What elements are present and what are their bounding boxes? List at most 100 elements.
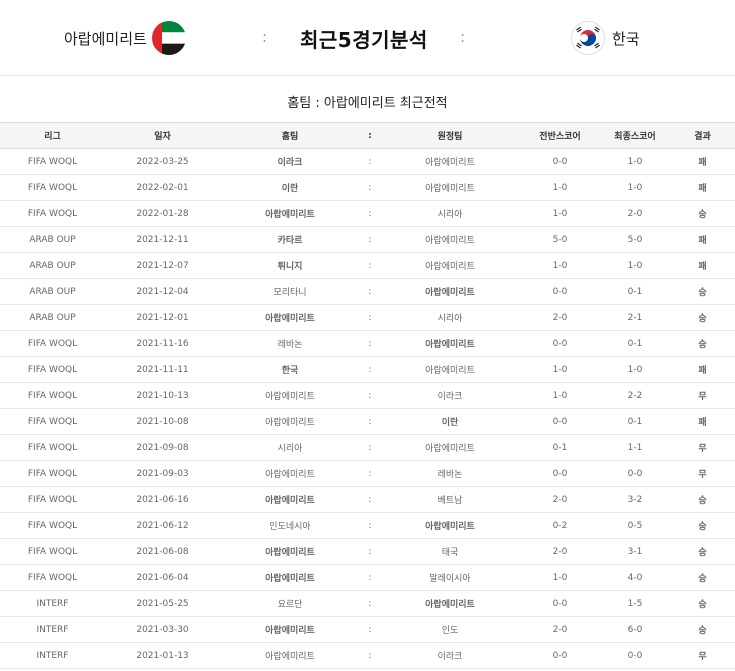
table-row: FIFA WOQL 2021-09-03 아랍에미리트: 레바논 0-0 0-0 무	[0, 460, 735, 487]
separator-cell: :	[360, 174, 380, 201]
away-team-cell: 시리아	[380, 304, 520, 331]
half-score-cell: 1-0	[520, 174, 600, 201]
column-header-half-score: 전반스코어	[520, 122, 600, 149]
home-team-cell: 요르단	[220, 590, 360, 617]
header-separator: :	[262, 28, 268, 46]
half-score-cell: 1-0	[520, 252, 600, 279]
separator-cell: :	[360, 460, 380, 487]
away-team-cell: 아랍에미리트	[380, 356, 520, 383]
separator-cell: :	[360, 382, 380, 409]
final-score-cell: 6-0	[600, 616, 670, 643]
home-team-name: 아랍에미리트	[64, 30, 147, 48]
date-cell: 2022-02-01	[105, 174, 220, 201]
separator-cell: :	[360, 252, 380, 279]
final-score-cell: 5-0	[600, 226, 670, 253]
result-cell: 패	[670, 252, 735, 279]
final-score-cell: 0-1	[600, 330, 670, 357]
date-cell: 2021-06-04	[105, 564, 220, 591]
date-cell: 2022-03-25	[105, 148, 220, 175]
final-score-cell: 2-1	[600, 304, 670, 331]
final-score-cell: 3-1	[600, 538, 670, 565]
away-team-cell: 아랍에미리트	[380, 278, 520, 305]
home-team-cell: 레바논	[220, 330, 360, 357]
away-team-cell: 시리아	[380, 200, 520, 227]
home-team-cell: 아랍에미리트	[220, 408, 360, 435]
separator-cell: :	[360, 564, 380, 591]
uae-flag-icon	[152, 21, 186, 55]
final-score-cell: 1-1	[600, 434, 670, 461]
half-score-cell: 0-0	[520, 642, 600, 669]
half-score-cell: 0-0	[520, 330, 600, 357]
table-row: FIFA WOQL 2021-10-08 아랍에미리트: 이란 0-0 0-1 패	[0, 408, 735, 435]
result-cell: 승	[670, 512, 735, 539]
table-row: ARAB OUP 2021-12-07 튀니지: 아랍에미리트 1-0 1-0 패	[0, 252, 735, 279]
final-score-cell: 1-5	[600, 590, 670, 617]
league-cell: FIFA WOQL	[0, 434, 105, 461]
separator-cell: :	[360, 590, 380, 617]
half-score-cell: 0-0	[520, 408, 600, 435]
table-row: FIFA WOQL 2021-06-04 아랍에미리트: 말레이시아 1-0 4-0 승	[0, 564, 735, 591]
league-cell: ARAB OUP	[0, 278, 105, 305]
date-cell: 2021-11-11	[105, 356, 220, 383]
result-cell: 승	[670, 304, 735, 331]
final-score-cell: 0-1	[600, 278, 670, 305]
final-score-cell: 1-0	[600, 252, 670, 279]
home-team-cell: 카타르	[220, 226, 360, 253]
south-korea-flag-icon	[571, 21, 605, 55]
home-team-cell: 아랍에미리트	[220, 382, 360, 409]
league-cell: FIFA WOQL	[0, 564, 105, 591]
league-cell: FIFA WOQL	[0, 460, 105, 487]
away-team-cell: 아랍에미리트	[380, 512, 520, 539]
league-cell: ARAB OUP	[0, 304, 105, 331]
final-score-cell: 0-0	[600, 642, 670, 669]
half-score-cell: 0-0	[520, 590, 600, 617]
table-row: FIFA WOQL 2021-06-12 인도네시아: 아랍에미리트 0-2 0-5 승	[0, 512, 735, 539]
table-row: ARAB OUP 2021-12-01 아랍에미리트: 시리아 2-0 2-1 승	[0, 304, 735, 331]
half-score-cell: 0-0	[520, 148, 600, 175]
date-cell: 2021-10-08	[105, 408, 220, 435]
final-score-cell: 2-2	[600, 382, 670, 409]
date-cell: 2021-09-03	[105, 460, 220, 487]
league-cell: FIFA WOQL	[0, 486, 105, 513]
table-header-row: 리그 일자 홈팀 : 원정팀 전반스코어 최종스코어 결과	[0, 122, 735, 149]
date-cell: 2021-12-11	[105, 226, 220, 253]
date-cell: 2021-12-01	[105, 304, 220, 331]
away-team-cell: 아랍에미리트	[380, 434, 520, 461]
home-team-cell: 아랍에미리트	[220, 304, 360, 331]
half-score-cell: 2-0	[520, 304, 600, 331]
separator-cell: :	[360, 408, 380, 435]
home-team-cell: 아랍에미리트	[220, 200, 360, 227]
home-team-cell: 아랍에미리트	[220, 486, 360, 513]
final-score-cell: 0-5	[600, 512, 670, 539]
half-score-cell: 0-2	[520, 512, 600, 539]
league-cell: FIFA WOQL	[0, 382, 105, 409]
result-cell: 승	[670, 330, 735, 357]
date-cell: 2021-05-25	[105, 590, 220, 617]
separator-cell: :	[360, 538, 380, 565]
table-row: INTERF 2021-03-30 아랍에미리트: 인도 2-0 6-0 승	[0, 616, 735, 643]
table-row: ARAB OUP 2021-12-04 모리타니: 아랍에미리트 0-0 0-1 승	[0, 278, 735, 305]
league-cell: INTERF	[0, 616, 105, 643]
away-team-cell: 아랍에미리트	[380, 330, 520, 357]
separator-cell: :	[360, 512, 380, 539]
separator-cell: :	[360, 330, 380, 357]
header-separator: :	[460, 28, 466, 46]
result-cell: 승	[670, 590, 735, 617]
date-cell: 2021-10-13	[105, 382, 220, 409]
table-caption: 홈팀 : 아랍에미리트 최근전적	[287, 96, 448, 111]
home-team-cell: 인도네시아	[220, 512, 360, 539]
date-cell: 2021-06-12	[105, 512, 220, 539]
away-team-cell: 베트남	[380, 486, 520, 513]
column-header-away: 원정팀	[380, 122, 520, 149]
away-team-cell: 태국	[380, 538, 520, 565]
result-cell: 패	[670, 174, 735, 201]
final-score-cell: 1-0	[600, 356, 670, 383]
away-team-name: 한국	[612, 30, 640, 48]
result-cell: 패	[670, 356, 735, 383]
league-cell: FIFA WOQL	[0, 148, 105, 175]
result-cell: 승	[670, 278, 735, 305]
half-score-cell: 1-0	[520, 356, 600, 383]
column-header-home: 홈팀	[220, 122, 360, 149]
home-team-cell: 모리타니	[220, 278, 360, 305]
date-cell: 2021-01-13	[105, 642, 220, 669]
